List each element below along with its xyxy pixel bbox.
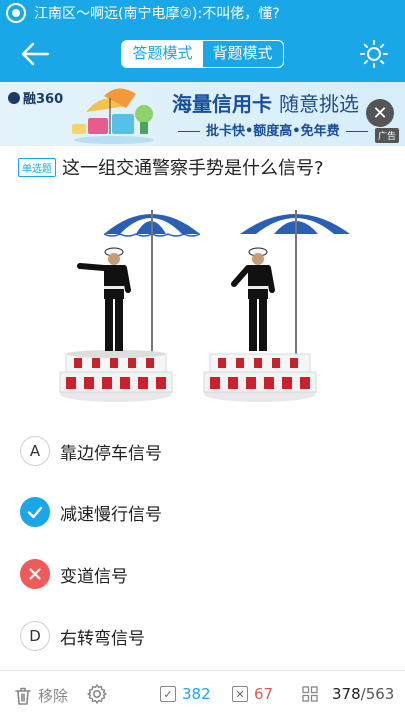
option-d[interactable]: D 右转弯信号 — [20, 616, 145, 656]
right-count-stat[interactable]: ✓ 382 — [160, 685, 211, 703]
remove-button[interactable]: 移除 — [14, 685, 68, 706]
mode-toggle: 答题模式 背题模式 — [121, 40, 284, 68]
question-header: 单选题 这一组交通警察手势是什么信号? — [18, 154, 324, 180]
progress-total: /563 — [360, 685, 395, 703]
remove-label: 移除 — [38, 687, 69, 705]
option-d-label: 右转弯信号 — [60, 628, 145, 649]
app-header: 答题模式 背题模式 — [0, 26, 405, 82]
option-b[interactable]: 减速慢行信号 — [20, 492, 162, 532]
ad-logo-icon — [8, 91, 20, 104]
question-text: 这一组交通警察手势是什么信号? — [62, 158, 324, 179]
ad-close-icon[interactable]: ✕ — [366, 99, 394, 127]
wrong-count: 67 — [254, 685, 274, 703]
tab-answer-mode[interactable]: 答题模式 — [122, 41, 203, 67]
app-notification-icon — [6, 3, 26, 23]
wrong-cross-icon — [20, 559, 50, 589]
tab-recite-mode[interactable]: 背题模式 — [203, 41, 283, 67]
ad-logo: 融360 — [8, 88, 63, 107]
progress-current: 378 — [332, 685, 361, 703]
option-b-label: 减速慢行信号 — [60, 504, 162, 525]
option-a[interactable]: A 靠边停车信号 — [20, 431, 162, 471]
right-count: 382 — [182, 685, 211, 703]
wrong-count-stat[interactable]: ✕ 67 — [232, 685, 273, 703]
ad-headline: 海量信用卡 随意挑选 — [172, 88, 359, 117]
correct-check-icon — [20, 497, 50, 527]
grid-icon[interactable] — [302, 686, 318, 702]
option-a-key: A — [20, 436, 50, 466]
traffic-police-gesture-image — [38, 194, 368, 414]
ad-subline: 批卡快•额度高•免年费 — [172, 120, 374, 139]
status-bar: 江南区～啊远(南宁电摩②):不叫佬，懂? — [0, 0, 405, 26]
option-c[interactable]: 变道信号 — [20, 554, 128, 594]
question-progress[interactable]: 378/563 — [332, 685, 394, 703]
ad-headline-main: 海量信用卡 — [172, 92, 272, 116]
ad-banner[interactable]: 融360 海量信用卡 随意挑选 批卡快•额度高•免年费 — [0, 82, 405, 146]
status-notification-text: 江南区～啊远(南宁电摩②):不叫佬，懂? — [34, 6, 280, 22]
right-check-icon: ✓ — [160, 686, 176, 702]
back-arrow-icon[interactable] — [18, 38, 52, 70]
ad-logo-text: 融360 — [23, 92, 64, 107]
option-d-key: D — [20, 621, 50, 651]
ad-label: 广告 — [374, 128, 399, 143]
option-a-label: 靠边停车信号 — [60, 443, 162, 464]
gear-icon[interactable] — [86, 683, 108, 705]
ad-headline-sub: 随意挑选 — [278, 92, 359, 116]
brightness-sun-icon[interactable] — [359, 39, 389, 69]
trash-icon — [15, 687, 31, 705]
wrong-cross-icon: ✕ — [232, 686, 248, 702]
question-type-badge: 单选题 — [18, 157, 56, 177]
bottom-toolbar: 移除 ✓ 382 ✕ 67 378/563 — [0, 670, 405, 720]
ad-illustration — [72, 88, 154, 144]
option-c-label: 变道信号 — [60, 566, 128, 587]
